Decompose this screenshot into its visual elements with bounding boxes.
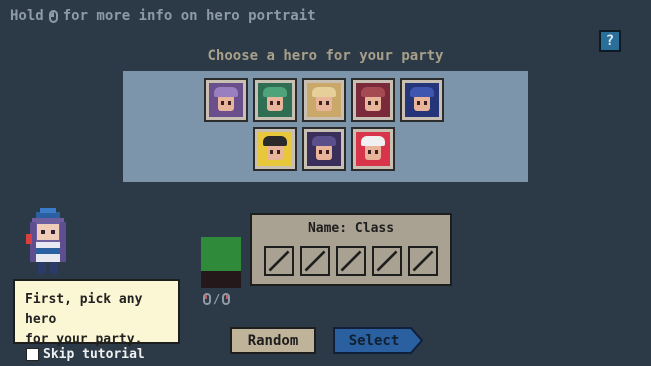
tutorial-guide-avatar (22, 208, 74, 276)
mouse-buttons-hint: / (203, 292, 231, 306)
random-button[interactable]: Random (230, 327, 316, 354)
hero-portrait-4[interactable] (351, 78, 395, 122)
class-slot-5 (408, 246, 438, 276)
tutorial-line-1: First, pick any hero (25, 292, 143, 327)
mice-separator: / (213, 292, 221, 306)
hero-face (258, 132, 292, 166)
hero-color-swatch-bottom (201, 271, 241, 288)
hero-portrait-1[interactable] (204, 78, 248, 122)
hero-selection-panel (123, 71, 528, 182)
hint-prefix: Hold (10, 8, 44, 24)
hero-face (209, 83, 243, 117)
hero-face (405, 83, 439, 117)
right-mouse-icon (222, 293, 231, 305)
skip-tutorial-checkbox[interactable] (26, 348, 39, 361)
hero-info-box: Name: Class (250, 213, 452, 286)
tutorial-bubble: First, pick any hero for your party. (13, 279, 180, 347)
select-button[interactable]: Select (333, 327, 423, 354)
hero-portrait-2[interactable] (253, 78, 297, 122)
hero-portrait-5[interactable] (400, 78, 444, 122)
mouse-icon (48, 9, 58, 23)
hero-face (307, 83, 341, 117)
hero-face (258, 83, 292, 117)
hint-suffix: for more info on hero portrait (62, 8, 316, 24)
hero-face (356, 83, 390, 117)
hero-portrait-6[interactable] (253, 127, 297, 171)
left-mouse-icon (203, 293, 211, 305)
hero-color-swatch-top (201, 237, 241, 271)
hero-face (356, 132, 390, 166)
skip-tutorial-toggle[interactable]: Skip tutorial (26, 347, 145, 362)
page-title: Choose a hero for your party (207, 48, 444, 64)
class-slot-1 (264, 246, 294, 276)
class-slot-2 (300, 246, 330, 276)
class-slot-4 (372, 246, 402, 276)
hint-text: Hold for more info on hero portrait (10, 8, 316, 24)
select-label: Select (348, 332, 400, 349)
hero-portrait-3[interactable] (302, 78, 346, 122)
hero-portrait-7[interactable] (302, 127, 346, 171)
skip-tutorial-label: Skip tutorial (43, 347, 145, 362)
hero-face (307, 132, 341, 166)
class-slot-3 (336, 246, 366, 276)
hero-name-class: Name: Class (307, 221, 395, 236)
hero-portrait-8[interactable] (351, 127, 395, 171)
